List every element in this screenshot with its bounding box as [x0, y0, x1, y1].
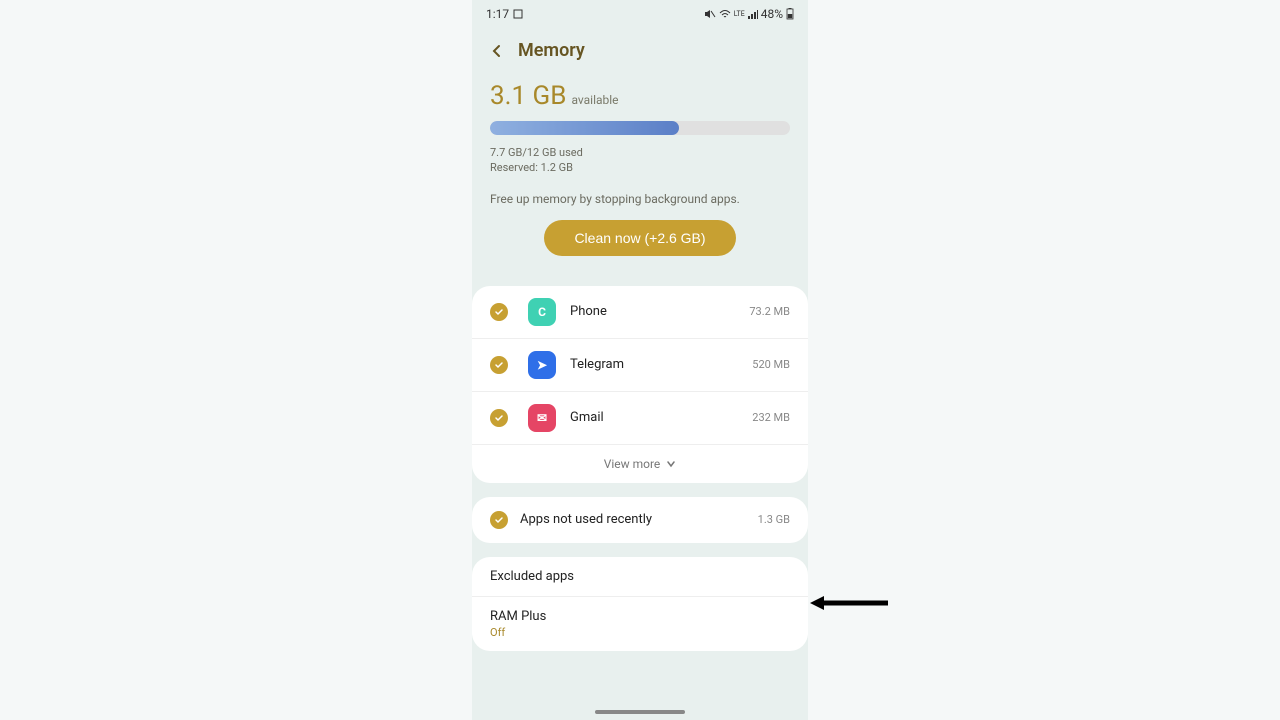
check-icon[interactable]	[490, 356, 508, 374]
memory-summary: 3.1 GB available 7.7 GB/12 GB used Reser…	[472, 81, 808, 286]
clock: 1:17	[486, 7, 509, 21]
app-size: 520 MB	[752, 358, 790, 371]
chevron-down-icon	[666, 459, 676, 469]
arrow-annotation-icon	[810, 593, 890, 613]
app-icon: C	[528, 298, 556, 326]
apps-card: C Phone73.2 MB ➤ Telegram520 MB ✉ Gmail232 MB…	[472, 286, 808, 483]
reserved-line: Reserved: 1.2 GB	[490, 160, 790, 175]
wifi-icon	[719, 9, 731, 19]
nav-handle[interactable]	[595, 710, 685, 714]
ram-plus-row[interactable]: RAM Plus Off	[472, 597, 808, 651]
available-row: 3.1 GB available	[490, 81, 790, 111]
back-icon[interactable]	[490, 44, 504, 58]
ram-plus-title: RAM Plus	[490, 609, 790, 624]
excluded-apps-label: Excluded apps	[490, 569, 790, 584]
excluded-apps-row[interactable]: Excluded apps	[472, 557, 808, 597]
used-line: 7.7 GB/12 GB used	[490, 145, 790, 160]
app-row[interactable]: ➤ Telegram520 MB	[472, 339, 808, 392]
app-row[interactable]: ✉ Gmail232 MB	[472, 392, 808, 445]
memory-progress-fill	[490, 121, 679, 135]
clean-now-button[interactable]: Clean now (+2.6 GB)	[544, 220, 735, 256]
battery-percent: 48%	[761, 7, 783, 21]
app-row[interactable]: C Phone73.2 MB	[472, 286, 808, 339]
not-used-size: 1.3 GB	[758, 513, 790, 526]
screenshot-icon	[513, 9, 523, 19]
header: Memory	[472, 28, 808, 81]
check-icon[interactable]	[490, 409, 508, 427]
app-size: 73.2 MB	[749, 305, 790, 318]
status-left: 1:17	[486, 7, 523, 21]
status-right: LTE 48%	[704, 7, 794, 21]
lte-icon: LTE	[734, 10, 745, 18]
available-label: available	[571, 93, 618, 107]
app-size: 232 MB	[752, 411, 790, 424]
app-name: Gmail	[570, 410, 752, 425]
app-icon: ✉	[528, 404, 556, 432]
view-more-button[interactable]: View more	[472, 445, 808, 483]
view-more-label: View more	[604, 457, 661, 471]
hint-line: Free up memory by stopping background ap…	[490, 192, 790, 206]
check-icon[interactable]	[490, 511, 508, 529]
app-icon: ➤	[528, 351, 556, 379]
not-used-card: Apps not used recently 1.3 GB	[472, 497, 808, 543]
memory-progress-bar	[490, 121, 790, 135]
app-name: Telegram	[570, 357, 752, 372]
check-icon[interactable]	[490, 303, 508, 321]
page-title: Memory	[518, 40, 585, 61]
settings-card: Excluded apps RAM Plus Off	[472, 557, 808, 651]
battery-icon	[786, 8, 794, 20]
app-name: Phone	[570, 304, 749, 319]
not-used-label: Apps not used recently	[520, 512, 746, 527]
status-bar: 1:17 LTE 48%	[472, 0, 808, 28]
phone-screen: 1:17 LTE 48% Memory 3.1 GB available 7.7…	[472, 0, 808, 720]
apps-not-used-row[interactable]: Apps not used recently 1.3 GB	[472, 497, 808, 543]
available-value: 3.1 GB	[490, 81, 566, 111]
signal-icon	[748, 9, 758, 19]
mute-icon	[704, 9, 716, 19]
ram-plus-state: Off	[490, 626, 790, 639]
